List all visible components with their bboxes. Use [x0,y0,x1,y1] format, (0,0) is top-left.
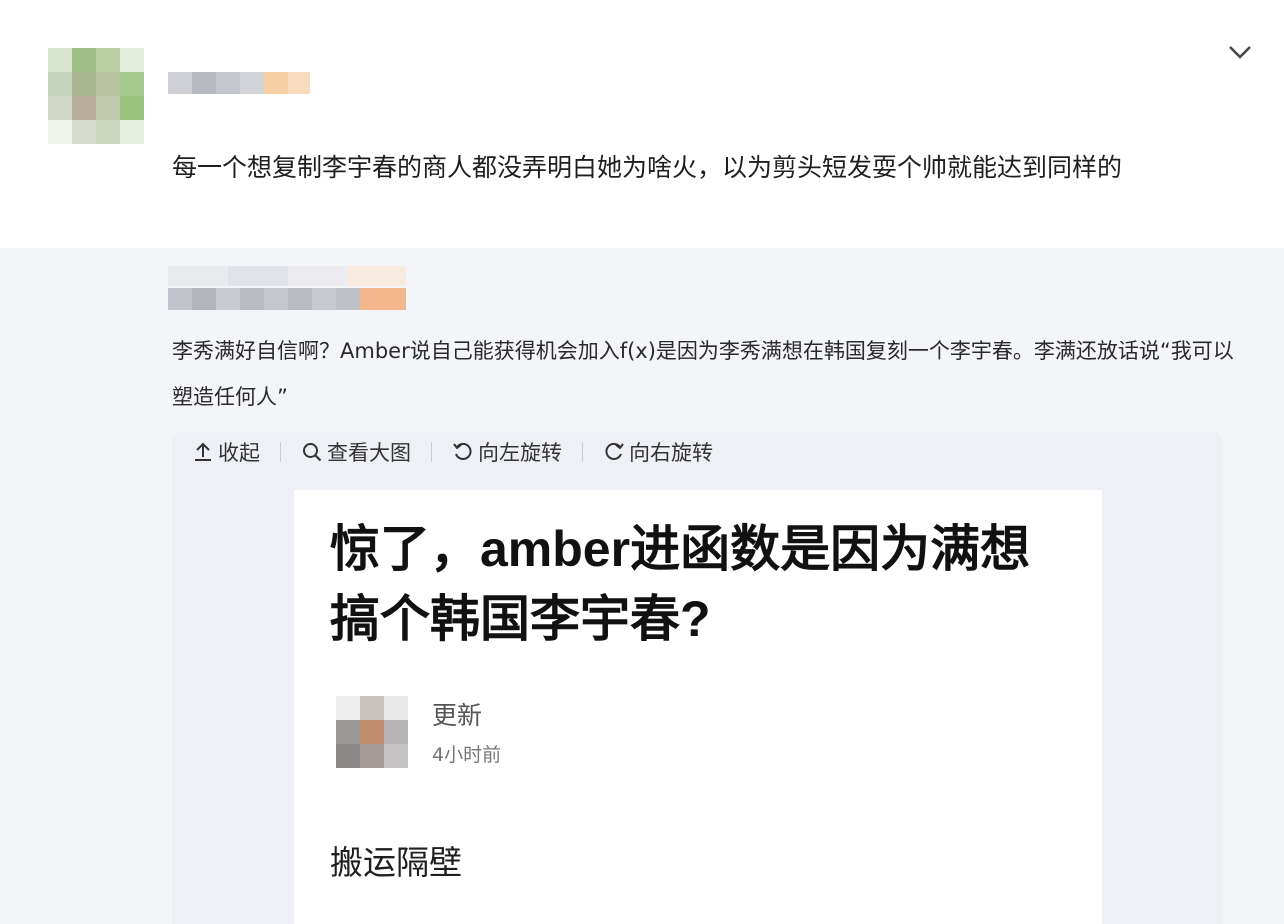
toolbar-divider [582,442,583,462]
rotate-left-button[interactable]: 向左旋转 [452,437,562,467]
magnifier-icon [303,443,322,462]
view-large-label: 查看大图 [327,441,411,465]
image-body-text: 搬运隔壁 [330,843,462,882]
repost-username[interactable] [168,288,406,310]
collapse-button[interactable]: 收起 [192,437,260,467]
image-timestamp: 4小时前 [432,744,502,766]
rotate-left-label: 向左旋转 [478,441,562,465]
post-text: 每一个想复制李宇春的商人都没弄明白她为啥火，以为剪头短发耍个帅就能达到同样的 [172,153,1123,182]
repost-text: 李秀满好自信啊？Amber说自己能获得机会加入f(x)是因为李秀满想在韩国复刻一… [172,339,1234,409]
post-card [0,0,1284,248]
rotate-right-label: 向右旋转 [629,441,713,465]
view-large-button[interactable]: 查看大图 [301,437,411,467]
rotate-right-button[interactable]: 向右旋转 [603,437,713,467]
chevron-down-icon[interactable] [1226,40,1254,64]
username[interactable] [168,72,310,94]
image-headline: 惊了，amber进函数是因为满想搞个韩国李宇春? [330,521,1031,647]
up-arrow-icon [195,442,211,461]
rotate-left-icon [453,442,472,460]
toolbar-divider [280,442,281,462]
image-toolbar: 收起 查看大图 向左旋转 向右旋转 [192,436,713,468]
image-author-name: 更新 [432,701,483,730]
image-author-avatar [336,696,408,768]
repost-username-shadow [168,266,406,286]
collapse-label: 收起 [218,441,260,465]
rotate-right-icon [605,442,624,460]
toolbar-divider [431,442,432,462]
avatar[interactable] [48,48,144,144]
